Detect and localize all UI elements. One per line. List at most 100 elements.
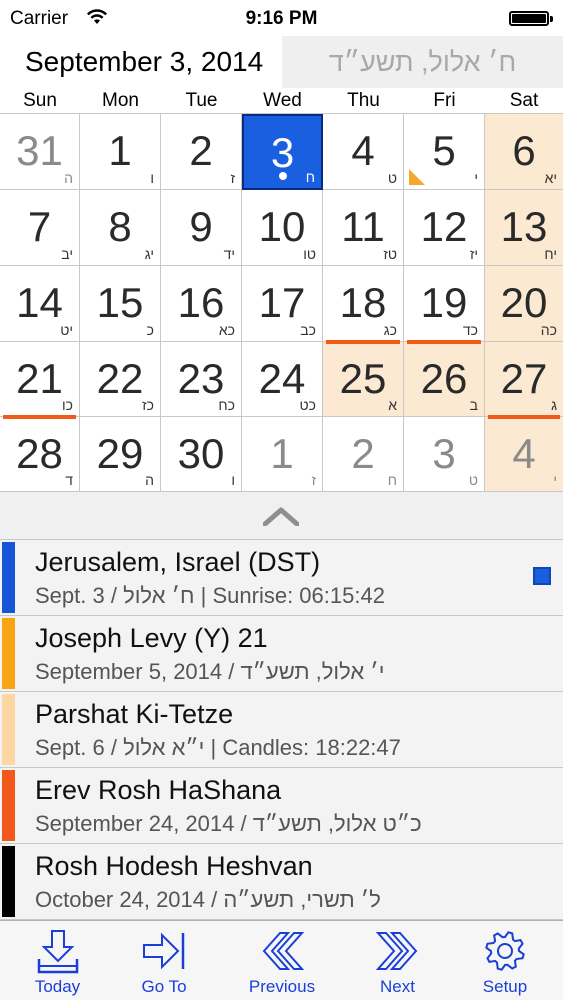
- next-label: Next: [380, 977, 415, 996]
- day-number: 10: [258, 203, 306, 250]
- gregorian-date[interactable]: September 3, 2014: [0, 36, 282, 88]
- event-title: Jerusalem, Israel (DST): [35, 547, 321, 577]
- hebrew-day: ה: [64, 170, 73, 186]
- day-cell[interactable]: 29 ה: [80, 417, 161, 492]
- day-number: 14: [16, 279, 63, 326]
- event-color-stripe: [2, 846, 15, 917]
- previous-label: Previous: [248, 977, 316, 996]
- day-number: 22: [96, 355, 144, 402]
- hebrew-day: ט: [387, 170, 397, 186]
- day-number: 1: [270, 430, 294, 477]
- hebrew-day: א: [388, 397, 397, 413]
- event-underline: [3, 415, 76, 419]
- collapse-handle[interactable]: [0, 492, 563, 540]
- day-number: 3: [432, 430, 456, 477]
- day-cell[interactable]: 26 ב: [404, 342, 485, 417]
- today-button[interactable]: Today: [0, 921, 115, 1000]
- day-number: 19: [420, 279, 468, 326]
- day-cell[interactable]: 28 ד: [0, 417, 80, 492]
- day-number: 4: [351, 127, 375, 174]
- day-cell[interactable]: 3ט: [404, 417, 485, 492]
- day-number: 5: [432, 127, 456, 174]
- goto-button[interactable]: Go To: [108, 921, 220, 1000]
- day-cell[interactable]: 19 כד: [404, 266, 485, 344]
- day-cell[interactable]: 21 כו: [0, 342, 80, 419]
- list-item[interactable]: Erev Rosh HaShana September 24, 2014 / כ…: [0, 768, 563, 844]
- day-cell[interactable]: 18 כג: [323, 266, 404, 344]
- date-header: September 3, 2014 ח׳ אלול, תשע״ד: [0, 36, 563, 88]
- day-cell[interactable]: 31 ה: [0, 114, 80, 190]
- download-tray-icon: [37, 930, 78, 974]
- day-cell[interactable]: 4ט: [323, 114, 404, 190]
- day-number: 7: [27, 203, 52, 250]
- day-cell[interactable]: 24 כט: [242, 342, 323, 417]
- day-number: 28: [16, 430, 63, 477]
- hebrew-day: ו: [231, 472, 235, 488]
- event-subtitle: September 5, 2014 / י׳ אלול, תשע״ד: [35, 659, 385, 684]
- day-cell[interactable]: 22 כז: [80, 342, 161, 417]
- day-cell[interactable]: 12 יז: [404, 190, 485, 266]
- day-cell[interactable]: 30 ו: [161, 417, 242, 492]
- day-cell[interactable]: 5י: [404, 114, 485, 190]
- day-cell[interactable]: 17 כב: [242, 266, 323, 342]
- hebrew-day: כב: [300, 322, 316, 338]
- event-title: Erev Rosh HaShana: [35, 775, 282, 805]
- day-cell[interactable]: 23 כח: [161, 342, 242, 417]
- event-checkbox[interactable]: [533, 567, 551, 585]
- hebrew-day: כו: [62, 397, 73, 413]
- day-number: 12: [420, 203, 468, 250]
- previous-button[interactable]: Previous: [224, 921, 340, 1000]
- hebrew-day: ז: [311, 472, 316, 488]
- day-number: 27: [500, 355, 548, 402]
- day-number: 2: [189, 127, 213, 174]
- day-cell[interactable]: 11 טז: [323, 190, 404, 266]
- day-cell[interactable]: 6 יא: [485, 114, 563, 190]
- event-underline: [407, 340, 481, 344]
- day-cell[interactable]: 27 ג: [485, 342, 563, 419]
- hebrew-day: כז: [142, 397, 154, 413]
- day-cell[interactable]: 2ח: [323, 417, 404, 492]
- hebrew-day: כח: [218, 397, 235, 413]
- hebrew-date[interactable]: ח׳ אלול, תשע״ד: [282, 36, 563, 88]
- event-color-stripe: [2, 618, 15, 689]
- double-chevron-right-icon: [375, 932, 417, 970]
- day-cell[interactable]: 14 יט: [0, 266, 80, 342]
- hebrew-day: יג: [144, 246, 154, 262]
- hebrew-day: ו: [150, 170, 154, 186]
- day-cell[interactable]: 13 יח: [485, 190, 563, 266]
- event-subtitle: October 24, 2014 / ל׳ תשרי, תשע״ה: [35, 887, 381, 912]
- day-cell[interactable]: 3ח: [242, 114, 323, 190]
- weekday-tue: Tue: [185, 90, 218, 111]
- hebrew-day: כג: [383, 322, 397, 338]
- list-item[interactable]: Rosh Hodesh Heshvan October 24, 2014 / ל…: [0, 844, 563, 920]
- event-corner-marker: [409, 169, 425, 185]
- hebrew-day: ח: [387, 472, 397, 488]
- day-cell[interactable]: 2ז: [161, 114, 242, 190]
- event-color-stripe: [2, 770, 15, 841]
- day-cell[interactable]: 7 יב: [0, 190, 80, 266]
- day-cell[interactable]: 1ז: [242, 417, 323, 492]
- list-item[interactable]: Jerusalem, Israel (DST) Sept. 3 / ח׳ אלו…: [0, 540, 563, 616]
- day-cell[interactable]: 25 א: [323, 342, 404, 417]
- event-title: Joseph Levy (Y) 21: [35, 623, 268, 653]
- day-cell[interactable]: 1ו: [80, 114, 161, 190]
- day-number: 26: [420, 355, 468, 402]
- event-title: Rosh Hodesh Heshvan: [35, 851, 313, 881]
- day-cell[interactable]: 15 כ: [80, 266, 161, 342]
- list-item[interactable]: Parshat Ki-Tetze Sept. 6 / י״א אלול | Ca…: [0, 692, 563, 768]
- next-button[interactable]: Next: [340, 921, 455, 1000]
- setup-button[interactable]: Setup: [447, 921, 563, 1000]
- month-grid: 31 ה 1 ו 2 ז 3 ח 4 ט 5 י 6 יא 7 יב 8 יג 9 יד 10 טו 11 טז 12 יז 13 י…: [0, 114, 563, 492]
- day-cell[interactable]: 20 כה: [485, 266, 563, 342]
- day-cell[interactable]: 9 יד: [161, 190, 242, 266]
- day-cell[interactable]: 10 טו: [242, 190, 323, 266]
- day-number: 31: [16, 127, 63, 174]
- day-cell[interactable]: 4י: [485, 417, 563, 492]
- day-cell[interactable]: 8 יג: [80, 190, 161, 266]
- event-color-stripe: [2, 542, 15, 613]
- hebrew-day: כא: [218, 322, 235, 338]
- list-item[interactable]: Joseph Levy (Y) 21 September 5, 2014 / י…: [0, 616, 563, 692]
- weekday-wed: Wed: [263, 90, 302, 111]
- hebrew-day: טו: [303, 246, 316, 262]
- day-cell[interactable]: 16 כא: [161, 266, 242, 342]
